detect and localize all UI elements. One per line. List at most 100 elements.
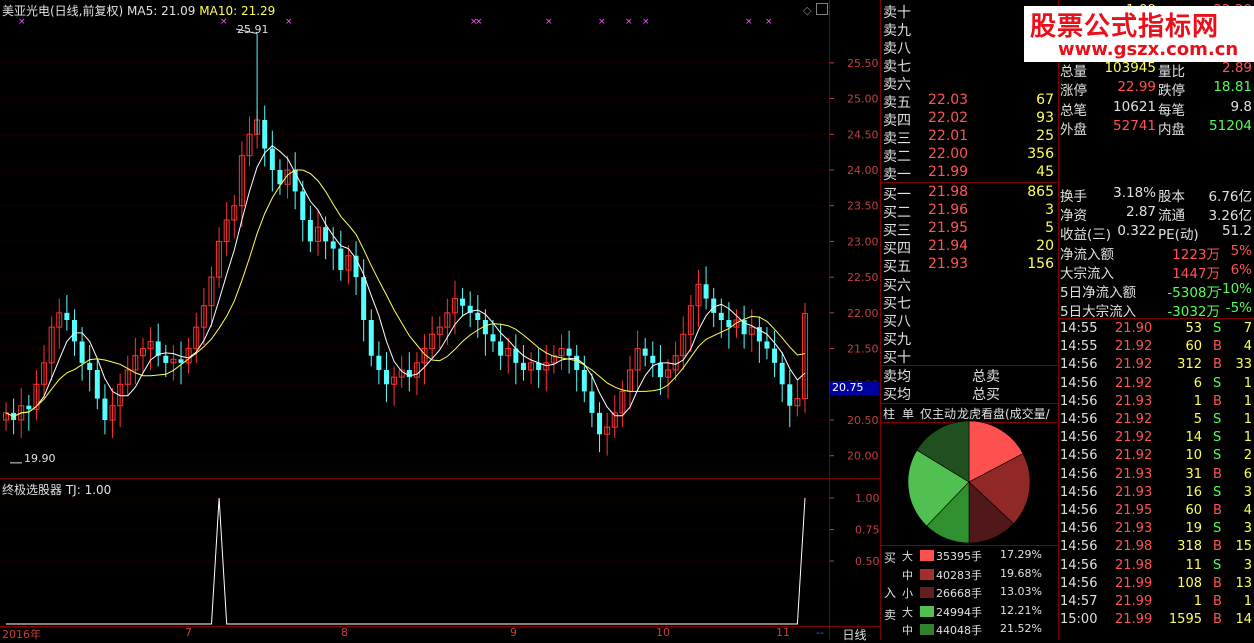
period-tab[interactable]: 日线 [830,626,879,642]
date-label: 10 [656,626,670,639]
candle-body [383,370,389,385]
tick-direction: S [1213,321,1222,336]
level-price: 21.96 [928,202,969,219]
tab-active-only[interactable]: 仅主动 [920,405,956,422]
tab-single[interactable]: 单 [902,405,914,422]
candle-body [475,312,481,320]
quote-value: 18.81 [1213,79,1252,96]
candle-body [64,312,70,320]
quote-value: 52741 [1113,117,1156,134]
tick-volume: 1595 [1168,612,1202,628]
tick-count: 1 [1243,594,1252,609]
axis-label: 23.50 [847,200,879,213]
flow-swatch [920,550,934,561]
axis-label: 20.50 [847,414,879,427]
tick-time: 14:56 [1060,430,1098,446]
flow-quantity: 35395手 [936,550,982,563]
tick-price: 21.92 [1115,339,1153,355]
buy-level: 买八 [880,311,1058,330]
tick-count: 1 [1243,430,1252,446]
tick-row: 14:56 21.93 19 S 3 [1058,521,1254,539]
tick-row: 14:56 21.93 1 B 1 [1058,394,1254,412]
buy-level: 买二 21.96 3 [880,202,1058,222]
candle-body [642,348,648,356]
signal-marker: × [545,17,553,27]
quote-value: 51.2 [1221,223,1252,239]
axis-label: 1.00 [855,492,880,505]
tick-row: 14:56 21.98 318 B 15 [1058,539,1254,557]
axis-label: 24.50 [847,128,879,141]
tick-time: 15:00 [1060,612,1098,628]
candle-body [741,320,747,335]
date-label: 9 [510,626,517,639]
level-price: 22.00 [928,146,969,162]
buy-level: 买十 [880,347,1058,366]
level-price: 21.98 [928,184,969,200]
quote-value: 51204 [1209,117,1252,134]
flow-swatch [920,624,934,635]
fund-flow-row: 中 44048手 21.52% [880,620,1058,639]
tick-count: 14 [1235,612,1252,628]
tick-count: 7 [1243,321,1252,336]
flow-label: 5日大宗流入 [1060,304,1137,320]
tick-volume: 108 [1177,575,1202,591]
quote-label: 流通 [1158,208,1185,224]
tick-direction: B [1213,339,1222,355]
level-label: 卖四 [883,113,911,129]
quote-label: 内盘 [1158,121,1185,138]
quote-row: 涨停 22.99 跌停 18.81 [1058,79,1254,100]
tick-time: 14:56 [1060,575,1098,591]
window-toggle-icon[interactable] [816,3,828,15]
level-label: 买二 [883,205,911,222]
tick-time: 14:55 [1060,321,1098,336]
axis-label: 20.00 [847,450,879,463]
candle-body [323,227,329,242]
level-label: 卖八 [883,41,911,57]
tick-price: 21.92 [1115,448,1153,464]
indicator-line [6,497,806,625]
flow-quantity: 44048手 [936,624,982,637]
tick-volume: 318 [1177,539,1202,555]
tick-time: 14:56 [1060,375,1098,391]
flow-label: 大宗流入 [1060,266,1114,282]
expand-icon[interactable]: ◇ [803,4,811,17]
tick-price: 21.90 [1115,321,1153,336]
flow-label: 净流入额 [1060,247,1114,263]
level-price: 22.02 [928,110,969,126]
flow-percent: 19.68% [1000,566,1042,580]
tick-direction: S [1213,375,1222,391]
quote-value: 10621 [1113,98,1156,115]
capital-flow-row: 5日大宗流入 -3032万 -5% [1058,300,1254,320]
fund-flow-row: 大 24994手 12.21% [880,602,1058,621]
sell-level: 卖四 22.02 93 [880,110,1058,129]
flow-swatch [920,605,934,617]
quote-label: PE(动) [1158,227,1199,243]
tick-direction: B [1213,612,1222,628]
tick-price: 21.93 [1115,466,1153,482]
quote-row: 总笔 10621 每笔 9.8 [1058,98,1254,119]
tick-count: 1 [1243,393,1252,409]
tick-row: 15:00 21.99 1595 B 14 [1058,612,1254,630]
quote-label: 跌停 [1158,83,1185,100]
buy-level: 买九 [880,329,1058,348]
buy-level: 买四 21.94 20 [880,238,1058,257]
tick-volume: 60 [1185,503,1202,518]
buy-level: 买五 21.93 156 [880,256,1058,275]
candle-body [787,384,793,406]
quote-value: 2.89 [1221,59,1252,76]
kline-chart[interactable]: × × × ×× × × × × × × [0,0,829,478]
buy-level: 买一 21.98 865 [880,184,1058,203]
quote-label: 总笔 [1060,102,1087,119]
candle-body [490,334,496,342]
tick-time: 14:56 [1060,393,1098,409]
date-axis: 2016年 7 8 9 10 11 -- [0,626,829,641]
capital-flow-row: 5日净流入额 -5308万 -10% [1058,281,1254,301]
tab-bar[interactable]: 柱 [883,405,895,422]
level-label: 卖十 [883,5,911,21]
indicator-chart[interactable] [0,478,829,626]
tick-row: 14:56 21.98 11 S 3 [1058,558,1254,576]
quote-label: 总量 [1060,63,1087,80]
quote-value: 9.8 [1230,98,1252,115]
tick-direction: S [1213,521,1222,537]
flow-size: 中 [902,624,913,637]
